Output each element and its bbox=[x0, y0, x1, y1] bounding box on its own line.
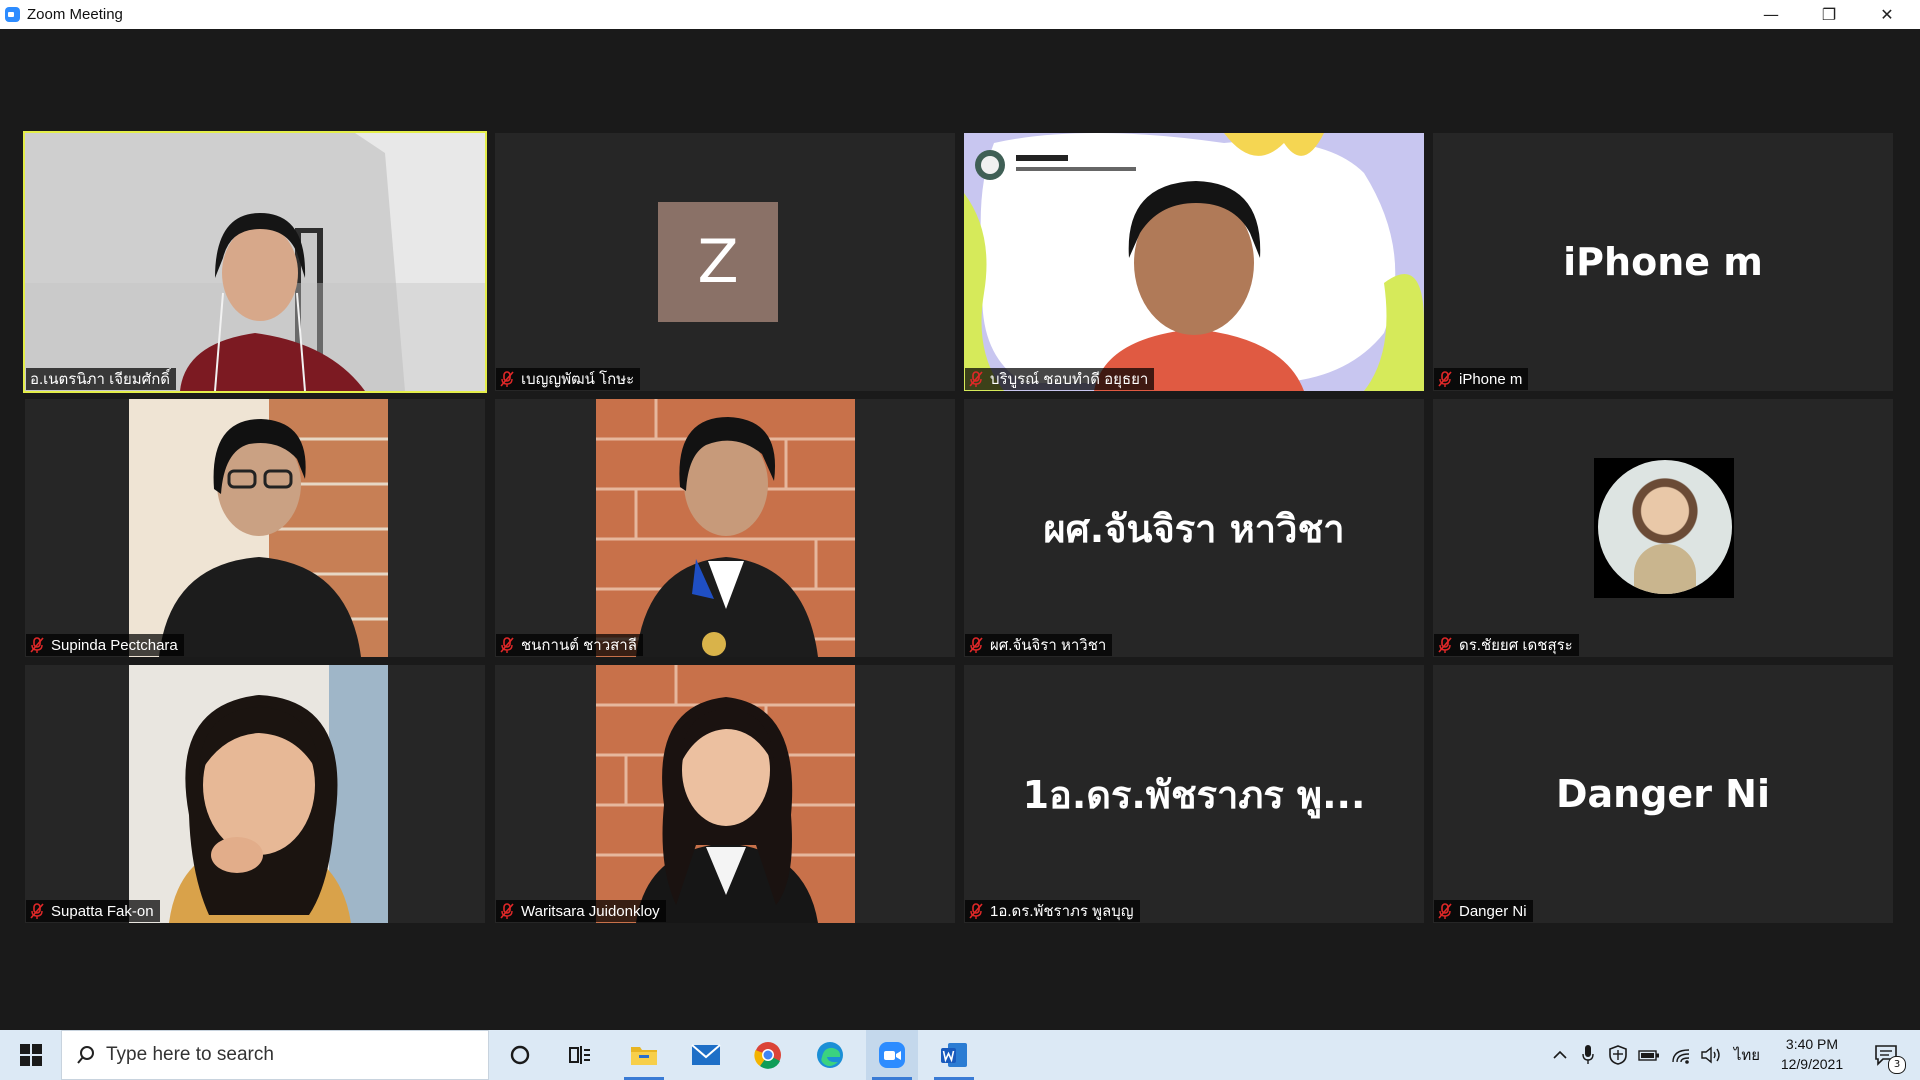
chrome-icon bbox=[754, 1042, 781, 1069]
taskbar-edge[interactable] bbox=[804, 1030, 856, 1080]
muted-mic-icon bbox=[500, 903, 514, 919]
muted-mic-icon bbox=[500, 637, 514, 653]
participant-video bbox=[25, 133, 485, 391]
taskbar-search-box[interactable]: Type here to search bbox=[61, 1030, 489, 1080]
participant-profile-photo bbox=[596, 399, 855, 657]
muted-mic-icon bbox=[1438, 371, 1452, 387]
participant-avatar bbox=[1594, 458, 1734, 598]
participant-tile[interactable]: ดร.ชัยยศ เดชสุระ bbox=[1433, 399, 1893, 657]
participant-tile[interactable]: Waritsara Juidonkloy bbox=[495, 665, 955, 923]
participant-tile[interactable]: iPhone m iPhone m bbox=[1433, 133, 1893, 391]
restore-button[interactable]: ❐ bbox=[1800, 0, 1858, 29]
clock-time: 3:40 PM bbox=[1785, 1036, 1839, 1052]
participant-tile[interactable]: Z เบญญพัฒน์ โกษะ bbox=[495, 133, 955, 391]
muted-mic-icon bbox=[969, 903, 983, 919]
participant-tile[interactable]: 1อ.ดร.พัชราภร พู... 1อ.ดร.พัชราภร พูลบุญ bbox=[964, 665, 1424, 923]
language-indicator[interactable]: ไทย bbox=[1730, 1030, 1764, 1080]
participant-name-label: อ.เนตรนิภา เจียมศักดิ์ bbox=[26, 368, 177, 390]
search-placeholder: Type here to search bbox=[106, 1044, 274, 1065]
muted-mic-icon bbox=[30, 637, 44, 653]
gallery-view: อ.เนตรนิภา เจียมศักดิ์ Z เบญญพัฒน์ โกษะ bbox=[0, 29, 1920, 1030]
participant-tile[interactable]: ผศ.จันจิรา หาวิชา ผศ.จันจิรา หาวิชา bbox=[964, 399, 1424, 657]
participant-tile[interactable]: อ.เนตรนิภา เจียมศักดิ์ bbox=[23, 131, 487, 393]
taskbar-chrome[interactable] bbox=[742, 1030, 794, 1080]
security-tray-button[interactable] bbox=[1606, 1030, 1630, 1080]
window-title: Zoom Meeting bbox=[27, 6, 123, 23]
participant-tile[interactable]: Danger Ni Danger Ni bbox=[1433, 665, 1893, 923]
participant-display-name: iPhone m bbox=[1563, 240, 1763, 284]
network-tray-button[interactable] bbox=[1668, 1030, 1694, 1080]
taskbar-mail[interactable] bbox=[680, 1030, 732, 1080]
participant-name-label: บริบูรณ์ ชอบทำดี อยุธยา bbox=[965, 368, 1155, 390]
muted-mic-icon bbox=[969, 637, 983, 653]
cortana-icon bbox=[510, 1045, 530, 1065]
chevron-up-icon bbox=[1553, 1050, 1567, 1059]
cortana-button[interactable] bbox=[495, 1030, 545, 1080]
taskbar-word[interactable] bbox=[928, 1030, 980, 1080]
volume-tray-button[interactable] bbox=[1698, 1030, 1724, 1080]
close-button[interactable]: ✕ bbox=[1858, 0, 1916, 29]
notification-count-badge: 3 bbox=[1888, 1056, 1906, 1074]
participant-display-name: Danger Ni bbox=[1555, 772, 1770, 816]
minimize-button[interactable]: — bbox=[1742, 0, 1800, 29]
task-view-button[interactable] bbox=[555, 1030, 605, 1080]
task-view-icon bbox=[569, 1046, 590, 1064]
zoom-app-icon bbox=[5, 7, 20, 22]
participant-name-label: 1อ.ดร.พัชราภร พูลบุญ bbox=[965, 900, 1140, 922]
windows-taskbar: Type here to search ไทย 3:40 PM 12/9/202… bbox=[0, 1030, 1920, 1080]
participant-name-label: Supinda Pectchara bbox=[26, 634, 184, 656]
participant-tile[interactable]: Supinda Pectchara bbox=[25, 399, 485, 657]
muted-mic-icon bbox=[1438, 637, 1452, 653]
muted-mic-icon bbox=[1438, 903, 1452, 919]
search-icon bbox=[77, 1046, 94, 1064]
windows-logo-icon bbox=[19, 1044, 42, 1066]
participant-initial-avatar: Z bbox=[658, 202, 778, 322]
participant-profile-photo bbox=[129, 399, 388, 657]
taskbar-clock[interactable]: 3:40 PM 12/9/2021 bbox=[1764, 1034, 1860, 1074]
microphone-icon bbox=[1582, 1045, 1594, 1064]
participant-name-label: ชนกานต์ ชาวสาลี bbox=[496, 634, 643, 656]
muted-mic-icon bbox=[969, 371, 983, 387]
participant-video bbox=[964, 133, 1424, 391]
speaker-icon bbox=[1701, 1046, 1720, 1064]
zoom-icon bbox=[879, 1042, 905, 1068]
shield-icon bbox=[1609, 1045, 1627, 1065]
battery-tray-button[interactable] bbox=[1636, 1030, 1662, 1080]
clock-date: 12/9/2021 bbox=[1780, 1056, 1844, 1072]
file-explorer-icon bbox=[631, 1047, 657, 1065]
wifi-icon bbox=[1672, 1049, 1690, 1064]
participant-display-name: ผศ.จันจิรา หาวิชา bbox=[1043, 506, 1345, 551]
start-button[interactable] bbox=[0, 1030, 61, 1080]
participant-profile-photo bbox=[596, 665, 855, 923]
participant-tile[interactable]: ชนกานต์ ชาวสาลี bbox=[495, 399, 955, 657]
taskbar-file-explorer[interactable] bbox=[618, 1030, 670, 1080]
participant-profile-photo bbox=[129, 665, 388, 923]
participant-name-label: iPhone m bbox=[1434, 368, 1529, 390]
word-icon bbox=[941, 1043, 967, 1067]
participant-tile[interactable]: Supatta Fak-on bbox=[25, 665, 485, 923]
mail-icon bbox=[691, 1044, 721, 1065]
muted-mic-icon bbox=[30, 903, 44, 919]
participant-tile[interactable]: บริบูรณ์ ชอบทำดี อยุธยา bbox=[964, 133, 1424, 391]
microphone-tray-button[interactable] bbox=[1576, 1030, 1600, 1080]
participant-name-label: Danger Ni bbox=[1434, 900, 1533, 922]
show-hidden-icons-button[interactable] bbox=[1548, 1030, 1572, 1080]
muted-mic-icon bbox=[500, 371, 514, 387]
participant-display-name: 1อ.ดร.พัชราภร พู... bbox=[1022, 772, 1366, 817]
participant-name-label: เบญญพัฒน์ โกษะ bbox=[496, 368, 641, 390]
edge-icon bbox=[817, 1042, 843, 1068]
participant-name-label: ผศ.จันจิรา หาวิชา bbox=[965, 634, 1113, 656]
taskbar-zoom[interactable] bbox=[866, 1030, 918, 1080]
participant-name-label: Supatta Fak-on bbox=[26, 900, 160, 922]
battery-icon bbox=[1638, 1050, 1659, 1061]
participant-name-label: Waritsara Juidonkloy bbox=[496, 900, 666, 922]
window-title-bar: Zoom Meeting — ❐ ✕ bbox=[0, 0, 1920, 29]
participant-name-label: ดร.ชัยยศ เดชสุระ bbox=[1434, 634, 1579, 656]
notification-center-button[interactable]: 3 bbox=[1866, 1030, 1906, 1080]
